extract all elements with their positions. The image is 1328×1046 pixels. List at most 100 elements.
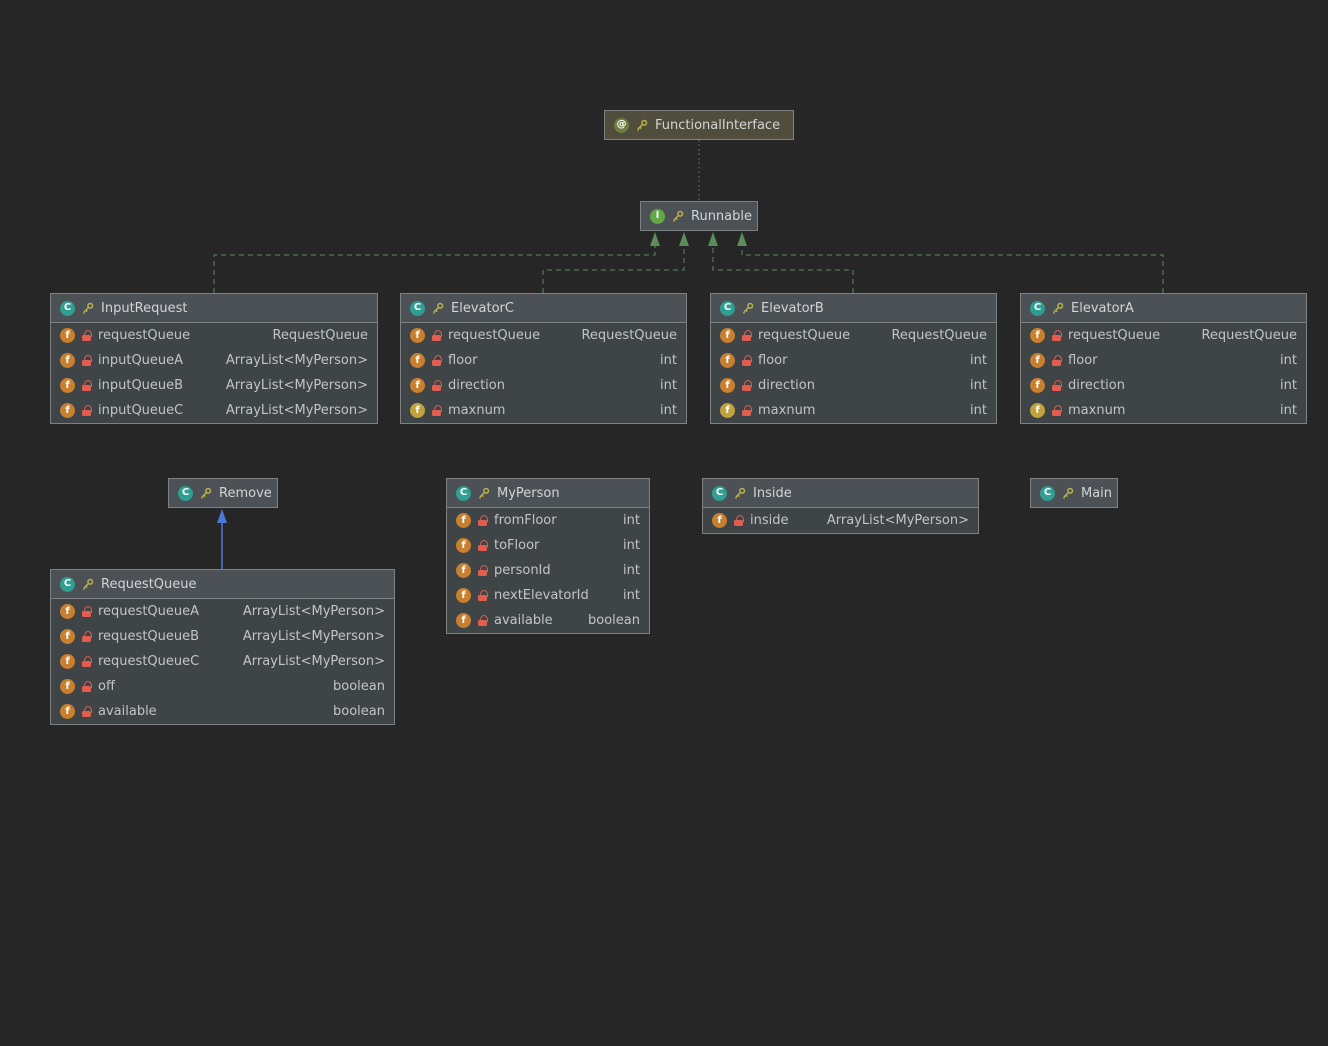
field-name: requestQueue bbox=[1068, 328, 1161, 343]
class-icon: C bbox=[178, 485, 193, 501]
field-name: personId bbox=[494, 563, 551, 578]
implements-arrowhead bbox=[650, 232, 660, 246]
node-header[interactable]: C MyPerson bbox=[447, 479, 649, 508]
field-row[interactable]: f floor int bbox=[1021, 348, 1306, 373]
node-elevatorb[interactable]: C ElevatorB f requestQueue RequestQueue … bbox=[710, 293, 997, 424]
node-header[interactable]: C RequestQueue bbox=[51, 570, 394, 599]
node-title: Runnable bbox=[691, 208, 752, 224]
field-icon: f bbox=[456, 513, 471, 528]
node-inputrequest[interactable]: C InputRequest f requestQueue RequestQue… bbox=[50, 293, 378, 424]
field-type: ArrayList<MyPerson> bbox=[225, 353, 368, 368]
node-elevatora[interactable]: C ElevatorA f requestQueue RequestQueue … bbox=[1020, 293, 1307, 424]
diagram-canvas[interactable]: @ FunctionalInterface I Runnable C Input… bbox=[0, 0, 1328, 1046]
field-row[interactable]: f nextElevatorId int bbox=[447, 583, 649, 608]
class-icon: C bbox=[60, 576, 75, 592]
field-row[interactable]: f requestQueue RequestQueue bbox=[1021, 323, 1306, 348]
lock-icon bbox=[82, 605, 92, 618]
field-row[interactable]: f requestQueueB ArrayList<MyPerson> bbox=[51, 624, 394, 649]
node-runnable[interactable]: I Runnable bbox=[640, 201, 758, 231]
node-header[interactable]: C InputRequest bbox=[51, 294, 377, 323]
node-header[interactable]: C Main bbox=[1031, 479, 1117, 507]
field-row[interactable]: f inside ArrayList<MyPerson> bbox=[703, 508, 978, 533]
field-icon: f bbox=[456, 563, 471, 578]
implements-edge-elevatorc bbox=[542, 246, 685, 293]
field-icon: f bbox=[720, 353, 735, 368]
node-header[interactable]: C ElevatorB bbox=[711, 294, 996, 323]
field-row[interactable]: f fromFloor int bbox=[447, 508, 649, 533]
node-header[interactable]: C ElevatorC bbox=[401, 294, 686, 323]
field-row[interactable]: f floor int bbox=[401, 348, 686, 373]
field-icon: f bbox=[1030, 328, 1045, 343]
field-row[interactable]: f toFloor int bbox=[447, 533, 649, 558]
field-name: inputQueueA bbox=[98, 353, 184, 368]
field-name: floor bbox=[758, 353, 788, 368]
field-row[interactable]: f requestQueue RequestQueue bbox=[401, 323, 686, 348]
node-title: RequestQueue bbox=[101, 576, 197, 592]
field-type: int bbox=[660, 403, 677, 418]
field-row[interactable]: f maxnum int bbox=[711, 398, 996, 423]
field-name: maxnum bbox=[1068, 403, 1126, 418]
field-type: RequestQueue bbox=[581, 328, 677, 343]
static-field-icon: f bbox=[1030, 403, 1045, 418]
node-requestqueue[interactable]: C RequestQueue f requestQueueA ArrayList… bbox=[50, 569, 395, 725]
node-title: ElevatorC bbox=[451, 300, 514, 316]
key-icon bbox=[83, 302, 94, 314]
field-row[interactable]: f requestQueue RequestQueue bbox=[711, 323, 996, 348]
field-row[interactable]: f requestQueueA ArrayList<MyPerson> bbox=[51, 599, 394, 624]
field-row[interactable]: f direction int bbox=[1021, 373, 1306, 398]
field-name: direction bbox=[758, 378, 815, 393]
field-name: available bbox=[98, 704, 157, 719]
key-icon bbox=[83, 578, 94, 590]
node-title: InputRequest bbox=[101, 300, 188, 316]
node-functionalinterface[interactable]: @ FunctionalInterface bbox=[604, 110, 794, 140]
field-type: ArrayList<MyPerson> bbox=[242, 604, 385, 619]
field-type: int bbox=[1280, 353, 1297, 368]
field-icon: f bbox=[60, 704, 75, 719]
field-icon: f bbox=[60, 403, 75, 418]
field-row[interactable]: f inputQueueB ArrayList<MyPerson> bbox=[51, 373, 377, 398]
field-row[interactable]: f off boolean bbox=[51, 674, 394, 699]
field-icon: f bbox=[720, 378, 735, 393]
key-icon bbox=[735, 487, 746, 499]
node-myperson[interactable]: C MyPerson f fromFloor int f toFloor int… bbox=[446, 478, 650, 634]
implements-arrowhead bbox=[737, 232, 747, 246]
field-icon: f bbox=[60, 629, 75, 644]
node-title: FunctionalInterface bbox=[655, 117, 781, 133]
field-type: boolean bbox=[333, 679, 385, 694]
node-header[interactable]: C Remove bbox=[169, 479, 277, 507]
node-header[interactable]: @ FunctionalInterface bbox=[605, 111, 793, 139]
field-row[interactable]: f available boolean bbox=[51, 699, 394, 724]
field-type: boolean bbox=[588, 613, 640, 628]
field-row[interactable]: f inputQueueC ArrayList<MyPerson> bbox=[51, 398, 377, 423]
field-row[interactable]: f direction int bbox=[711, 373, 996, 398]
node-header[interactable]: C Inside bbox=[703, 479, 978, 508]
field-row[interactable]: f maxnum int bbox=[1021, 398, 1306, 423]
lock-icon bbox=[432, 404, 442, 417]
node-header[interactable]: I Runnable bbox=[641, 202, 757, 230]
field-row[interactable]: f maxnum int bbox=[401, 398, 686, 423]
field-row[interactable]: f available boolean bbox=[447, 608, 649, 633]
lock-icon bbox=[82, 655, 92, 668]
node-remove[interactable]: C Remove bbox=[168, 478, 278, 508]
node-inside[interactable]: C Inside f inside ArrayList<MyPerson> bbox=[702, 478, 979, 534]
field-name: inputQueueC bbox=[98, 403, 184, 418]
field-row[interactable]: f requestQueue RequestQueue bbox=[51, 323, 377, 348]
field-type: int bbox=[1280, 378, 1297, 393]
field-row[interactable]: f floor int bbox=[711, 348, 996, 373]
field-row[interactable]: f inputQueueA ArrayList<MyPerson> bbox=[51, 348, 377, 373]
node-title: Inside bbox=[753, 485, 792, 501]
field-type: int bbox=[970, 403, 987, 418]
lock-icon bbox=[1052, 379, 1062, 392]
node-elevatorc[interactable]: C ElevatorC f requestQueue RequestQueue … bbox=[400, 293, 687, 424]
extends-arrowhead bbox=[217, 509, 227, 523]
lock-icon bbox=[432, 379, 442, 392]
field-row[interactable]: f personId int bbox=[447, 558, 649, 583]
field-name: floor bbox=[1068, 353, 1098, 368]
node-header[interactable]: C ElevatorA bbox=[1021, 294, 1306, 323]
lock-icon bbox=[1052, 329, 1062, 342]
field-row[interactable]: f requestQueueC ArrayList<MyPerson> bbox=[51, 649, 394, 674]
node-main[interactable]: C Main bbox=[1030, 478, 1118, 508]
field-type: RequestQueue bbox=[1201, 328, 1297, 343]
key-icon bbox=[637, 119, 648, 131]
field-row[interactable]: f direction int bbox=[401, 373, 686, 398]
